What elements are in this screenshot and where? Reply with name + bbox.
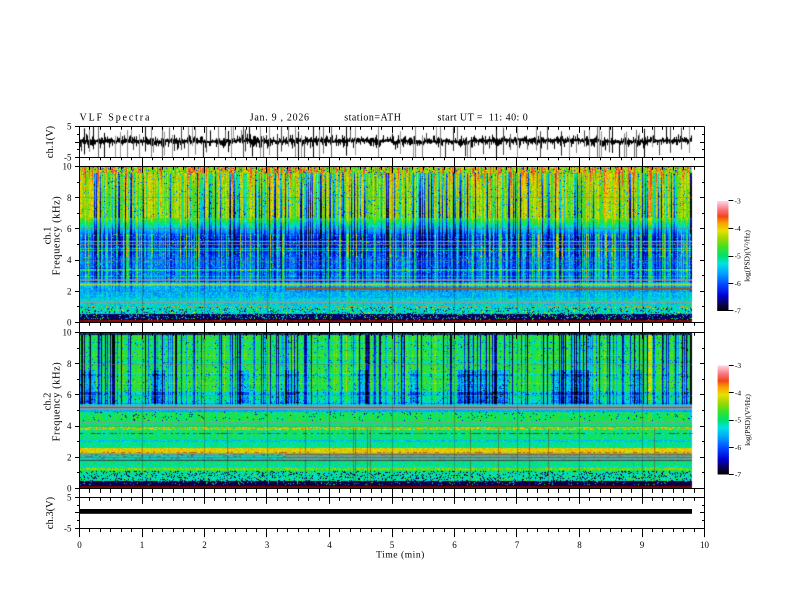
svg-text:Frequency (kHz): Frequency (kHz) bbox=[52, 362, 63, 442]
svg-text:5: 5 bbox=[67, 493, 72, 503]
svg-text:4: 4 bbox=[67, 255, 72, 265]
svg-text:VLF Spectra: VLF Spectra bbox=[80, 112, 152, 123]
svg-text:10: 10 bbox=[63, 328, 73, 338]
svg-text:8: 8 bbox=[67, 359, 72, 369]
svg-text:1: 1 bbox=[140, 540, 145, 550]
svg-text:2: 2 bbox=[67, 286, 72, 296]
svg-text:2: 2 bbox=[202, 540, 207, 550]
svg-text:-6: -6 bbox=[735, 443, 741, 452]
svg-text:start UT = 11: 40: 0: start UT = 11: 40: 0 bbox=[438, 112, 529, 123]
svg-text:6: 6 bbox=[452, 540, 457, 550]
svg-text:log(PSD)(V²/Hz): log(PSD)(V²/Hz) bbox=[743, 394, 752, 446]
svg-text:6: 6 bbox=[67, 390, 72, 400]
svg-text:5: 5 bbox=[67, 122, 72, 132]
svg-text:-6: -6 bbox=[735, 279, 741, 288]
svg-text:9: 9 bbox=[640, 540, 645, 550]
svg-text:5: 5 bbox=[390, 540, 395, 550]
svg-text:-7: -7 bbox=[735, 470, 741, 479]
svg-text:-3: -3 bbox=[735, 361, 741, 370]
svg-text:-5: -5 bbox=[735, 416, 741, 425]
svg-text:0: 0 bbox=[67, 484, 72, 494]
svg-text:4: 4 bbox=[327, 540, 332, 550]
svg-text:-7: -7 bbox=[735, 307, 741, 316]
svg-text:station=ATH: station=ATH bbox=[344, 112, 401, 123]
svg-text:3: 3 bbox=[265, 540, 270, 550]
svg-text:6: 6 bbox=[67, 224, 72, 234]
svg-text:log(PSD)(V²/Hz): log(PSD)(V²/Hz) bbox=[743, 230, 752, 282]
svg-text:0: 0 bbox=[67, 318, 72, 328]
svg-text:7: 7 bbox=[515, 540, 520, 550]
svg-text:8: 8 bbox=[67, 193, 72, 203]
svg-text:-5: -5 bbox=[735, 252, 741, 261]
svg-text:-5: -5 bbox=[64, 524, 72, 534]
svg-text:10: 10 bbox=[700, 540, 710, 550]
svg-text:Frequency (kHz): Frequency (kHz) bbox=[52, 196, 63, 276]
svg-text:-4: -4 bbox=[735, 224, 741, 233]
svg-text:8: 8 bbox=[577, 540, 582, 550]
svg-text:Time (min): Time (min) bbox=[376, 549, 425, 560]
svg-text:0: 0 bbox=[77, 540, 82, 550]
svg-text:-3: -3 bbox=[735, 197, 741, 206]
svg-text:2: 2 bbox=[67, 452, 72, 462]
svg-text:4: 4 bbox=[67, 421, 72, 431]
svg-text:ch.1(V): ch.1(V) bbox=[45, 125, 56, 158]
svg-text:10: 10 bbox=[63, 162, 73, 172]
svg-text:-4: -4 bbox=[735, 388, 741, 397]
svg-text:ch.3(V): ch.3(V) bbox=[45, 496, 56, 529]
svg-text:Jan. 9 , 2026: Jan. 9 , 2026 bbox=[250, 112, 310, 123]
